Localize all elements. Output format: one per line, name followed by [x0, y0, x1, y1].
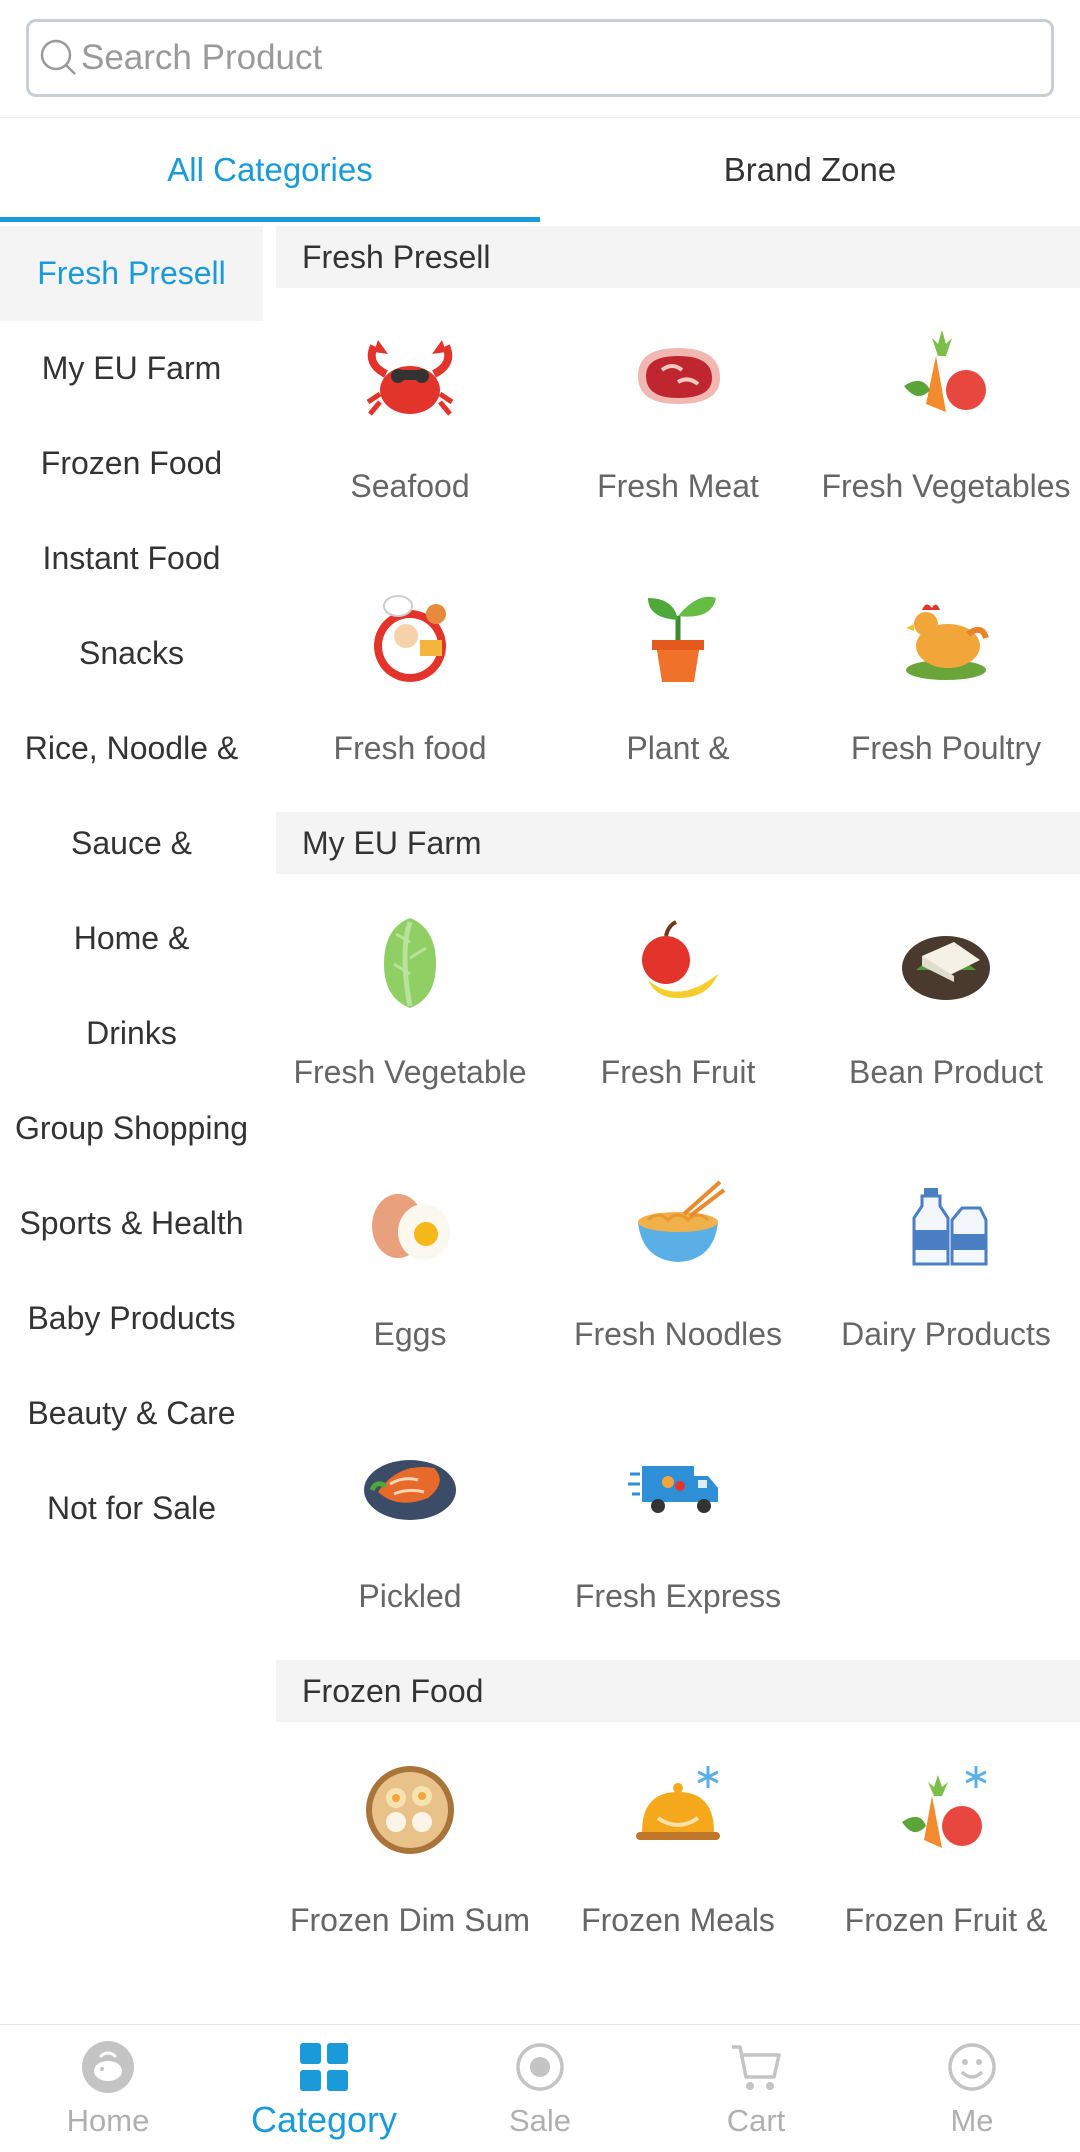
- category-item-label: Fresh Vegetables: [821, 468, 1071, 504]
- category-item[interactable]: Fresh Vegetables: [812, 288, 1080, 550]
- category-item-label: Fresh Express: [574, 1578, 782, 1614]
- category-item-label: Fresh Fruit: [600, 1054, 756, 1090]
- sidebar-item-not-for-sale[interactable]: Not for Sale: [0, 1461, 263, 1556]
- category-grid: Frozen Dim Sum Frozen Meals Frozen Fruit…: [276, 1722, 1080, 1984]
- category-item[interactable]: Fresh food: [276, 550, 544, 812]
- category-item[interactable]: Eggs: [276, 1136, 544, 1398]
- meat-icon: [628, 326, 728, 426]
- category-item[interactable]: Dairy Products: [812, 1136, 1080, 1398]
- category-item-label: Bean Product: [849, 1054, 1043, 1090]
- category-item[interactable]: Frozen Fruit &: [812, 1722, 1080, 1984]
- category-item-label: Fresh Poultry: [850, 730, 1042, 766]
- search-box[interactable]: [26, 19, 1054, 97]
- nav-label: Sale: [508, 2103, 572, 2138]
- category-item[interactable]: Fresh Meat: [544, 288, 812, 550]
- sidebar-item-my-eu-farm[interactable]: My EU Farm: [0, 321, 263, 416]
- category-item-label: Dairy Products: [841, 1316, 1051, 1352]
- category-item[interactable]: Fresh Poultry: [812, 550, 1080, 812]
- frozen-produce-icon: [896, 1760, 996, 1860]
- dim-sum-icon: [360, 1760, 460, 1860]
- nav-sale[interactable]: Sale: [432, 2025, 648, 2152]
- frozen-meal-icon: [628, 1760, 728, 1860]
- plant-icon: [628, 588, 728, 688]
- search-input[interactable]: [81, 22, 1041, 94]
- category-item[interactable]: Fresh Vegetable: [276, 874, 544, 1136]
- sidebar-item-sauce[interactable]: Sauce &: [0, 796, 263, 891]
- section-header: Fresh Presell: [276, 226, 1080, 288]
- sidebar-item-baby-products[interactable]: Baby Products: [0, 1271, 263, 1366]
- category-item-label: Fresh food: [333, 730, 487, 766]
- category-content: Fresh Presell Seafood Fresh Meat Fresh V…: [276, 226, 1080, 2026]
- category-grid: Seafood Fresh Meat Fresh Vegetables Fres…: [276, 288, 1080, 812]
- category-item-label: Fresh Vegetable: [293, 1054, 527, 1090]
- category-item-label: Fresh Meat: [597, 468, 759, 504]
- category-item[interactable]: Pickled: [276, 1398, 544, 1660]
- tab-all-categories[interactable]: All Categories: [0, 118, 540, 222]
- milk-icon: [896, 1174, 996, 1274]
- kimchi-icon: [360, 1436, 460, 1536]
- hen-icon: [896, 588, 996, 688]
- sale-icon: [516, 2043, 564, 2091]
- tab-brand-zone[interactable]: Brand Zone: [540, 118, 1080, 222]
- search-icon: [40, 39, 76, 75]
- category-item-label: Plant &: [626, 730, 730, 766]
- category-grid: Fresh Vegetable Fresh Fruit Bean Product…: [276, 874, 1080, 1660]
- nav-label: Me: [950, 2103, 994, 2138]
- section-header: My EU Farm: [276, 812, 1080, 874]
- egg-icon: [360, 1174, 460, 1274]
- section-header: Frozen Food: [276, 1660, 1080, 1722]
- category-item-label: Frozen Dim Sum: [289, 1902, 531, 1938]
- nav-label: Cart: [726, 2103, 786, 2138]
- category-item[interactable]: Seafood: [276, 288, 544, 550]
- noodle-bowl-icon: [628, 1174, 728, 1274]
- category-item-label: Frozen Meals: [581, 1902, 775, 1938]
- home-icon: [82, 2041, 134, 2093]
- sidebar-item-sports-health[interactable]: Sports & Health: [0, 1176, 263, 1271]
- sidebar-item-fresh-presell[interactable]: Fresh Presell: [0, 226, 263, 321]
- category-item[interactable]: Fresh Fruit: [544, 874, 812, 1136]
- category-item[interactable]: Frozen Meals: [544, 1722, 812, 1984]
- category-grid-icon: [300, 2043, 348, 2091]
- category-item[interactable]: Plant &: [544, 550, 812, 812]
- cabbage-icon: [360, 912, 460, 1012]
- category-item[interactable]: Fresh Noodles: [544, 1136, 812, 1398]
- category-tabs: All Categories Brand Zone: [0, 118, 1080, 222]
- sidebar-item-frozen-food[interactable]: Frozen Food: [0, 416, 263, 511]
- sidebar-item-instant-food[interactable]: Instant Food: [0, 511, 263, 606]
- sidebar-item-home[interactable]: Home &: [0, 891, 263, 986]
- sidebar-item-rice-noodle[interactable]: Rice, Noodle &: [0, 701, 263, 796]
- search-bar: [0, 0, 1080, 118]
- nav-home[interactable]: Home: [0, 2025, 216, 2152]
- vegetables-icon: [896, 326, 996, 426]
- category-item-label: Fresh Noodles: [573, 1316, 783, 1352]
- chef-icon: [360, 588, 460, 688]
- category-item[interactable]: Frozen Dim Sum: [276, 1722, 544, 1984]
- category-item-label: Pickled: [358, 1578, 462, 1614]
- nav-me[interactable]: Me: [864, 2025, 1080, 2152]
- cart-icon: [732, 2045, 781, 2090]
- sidebar-item-beauty-care[interactable]: Beauty & Care: [0, 1366, 263, 1461]
- crab-icon: [360, 326, 460, 426]
- sidebar-item-drinks[interactable]: Drinks: [0, 986, 263, 1081]
- tofu-icon: [896, 912, 996, 1012]
- nav-label: Home: [66, 2103, 150, 2138]
- apple-banana-icon: [628, 912, 728, 1012]
- sidebar-item-snacks[interactable]: Snacks: [0, 606, 263, 701]
- bottom-nav: Home Category Sale Cart Me: [0, 2024, 1080, 2152]
- nav-cart[interactable]: Cart: [648, 2025, 864, 2152]
- category-item[interactable]: Bean Product: [812, 874, 1080, 1136]
- smile-icon: [948, 2043, 996, 2091]
- category-item-label: Eggs: [373, 1316, 447, 1352]
- sidebar-item-group-shopping[interactable]: Group Shopping: [0, 1081, 263, 1176]
- delivery-truck-icon: [628, 1436, 728, 1536]
- category-item-label: Frozen Fruit &: [844, 1902, 1048, 1938]
- nav-category[interactable]: Category: [216, 2025, 432, 2152]
- category-item-label: Seafood: [350, 468, 470, 504]
- category-sidebar: Fresh Presell My EU Farm Frozen Food Ins…: [0, 226, 263, 1556]
- category-item[interactable]: Fresh Express: [544, 1398, 812, 1660]
- nav-label: Category: [250, 2099, 398, 2140]
